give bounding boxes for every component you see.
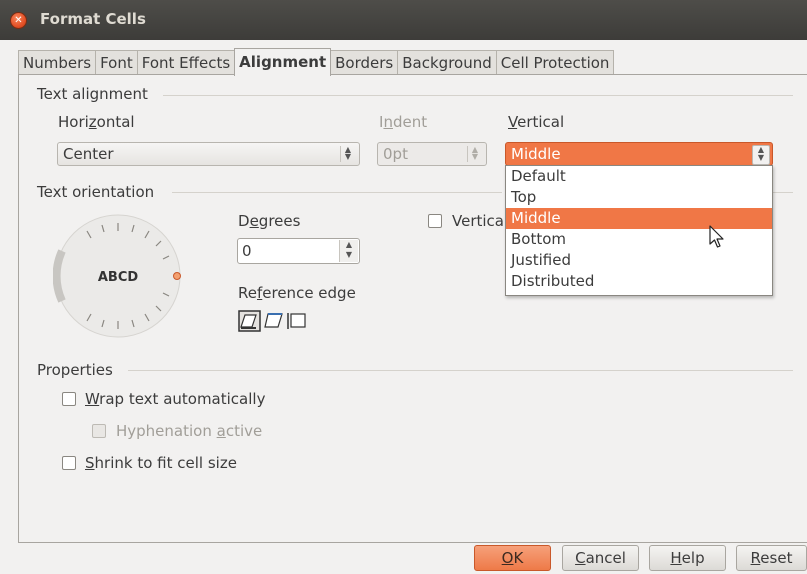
- section-divider: [773, 192, 793, 193]
- cancel-button[interactable]: Cancel: [562, 545, 639, 571]
- tab-borders[interactable]: Borders: [330, 50, 399, 75]
- window-title: Format Cells: [40, 10, 146, 28]
- tab-cell-protection[interactable]: Cell Protection: [495, 50, 615, 75]
- vertical-option-distributed[interactable]: Distributed: [506, 271, 772, 292]
- spin-arrows-icon: ▲ ▼: [467, 146, 482, 162]
- section-divider: [128, 370, 793, 371]
- text-alignment-heading: Text alignment: [37, 85, 154, 103]
- title-bar: ✕ Format Cells: [0, 0, 807, 40]
- dial-text: ABCD: [98, 270, 139, 285]
- vertical-option-default[interactable]: Default: [506, 166, 772, 187]
- reference-edge-inside-icon[interactable]: [287, 313, 306, 329]
- indent-value: 0pt: [383, 145, 408, 163]
- vertical-select[interactable]: Middle ▲ ▼: [505, 142, 773, 166]
- tab-font-effects[interactable]: Font Effects: [136, 50, 236, 75]
- reference-edge-buttons: [238, 310, 306, 332]
- vertical-option-justified[interactable]: Justified: [506, 250, 772, 271]
- indent-label: Indent: [379, 113, 428, 131]
- vertical-option-bottom[interactable]: Bottom: [506, 229, 772, 250]
- tab-bar: Numbers Font Font Effects Alignment Bord…: [18, 48, 615, 76]
- tab-font[interactable]: Font: [95, 50, 138, 75]
- mouse-pointer-icon: [709, 225, 724, 248]
- ok-button[interactable]: OK: [474, 545, 551, 571]
- vertically-stacked-checkbox[interactable]: [428, 214, 442, 228]
- spin-arrows-icon: ▲ ▼: [340, 146, 355, 162]
- hyphenation-checkbox[interactable]: [92, 424, 106, 438]
- reference-edge-label: Reference edge: [238, 284, 356, 302]
- tab-numbers[interactable]: Numbers: [18, 50, 97, 75]
- degrees-spinbox[interactable]: 0 ▲ ▼: [237, 238, 360, 264]
- vertically-stacked-label: Vertica: [452, 212, 504, 230]
- section-divider: [172, 192, 502, 193]
- horizontal-label: Horizontal: [58, 113, 135, 131]
- close-icon[interactable]: ✕: [10, 12, 27, 29]
- vertical-dropdown-list: Default Top Middle Bottom Justified Dist…: [505, 165, 773, 296]
- section-divider: [163, 95, 793, 96]
- reference-edge-bottom-icon[interactable]: [238, 310, 261, 332]
- horizontal-value: Center: [63, 145, 114, 163]
- properties-heading: Properties: [37, 361, 119, 379]
- degrees-value: 0: [242, 242, 252, 260]
- spin-arrows-icon[interactable]: ▲ ▼: [339, 240, 358, 262]
- orientation-dial[interactable]: ABCD: [53, 211, 193, 341]
- hyphenation-label: Hyphenation active: [116, 422, 263, 440]
- tab-alignment[interactable]: Alignment: [234, 48, 332, 76]
- reference-edge-top-icon[interactable]: [264, 313, 283, 328]
- indent-spinbox[interactable]: 0pt ▲ ▼: [377, 142, 487, 166]
- vertical-option-top[interactable]: Top: [506, 187, 772, 208]
- vertical-label: Vertical: [508, 113, 565, 131]
- spin-arrows-icon: ▲ ▼: [752, 145, 770, 165]
- shrink-to-fit-label: Shrink to fit cell size: [85, 454, 237, 472]
- help-button[interactable]: Help: [649, 545, 726, 571]
- tab-background[interactable]: Background: [397, 50, 497, 75]
- degrees-label: Degrees: [238, 212, 301, 230]
- vertical-value: Middle: [511, 145, 561, 163]
- horizontal-select[interactable]: Center ▲ ▼: [57, 142, 360, 166]
- vertical-option-middle[interactable]: Middle: [506, 208, 772, 229]
- wrap-text-checkbox[interactable]: [62, 392, 76, 406]
- reset-button[interactable]: Reset: [736, 545, 807, 571]
- wrap-text-label: Wrap text automatically: [85, 390, 266, 408]
- shrink-to-fit-checkbox[interactable]: [62, 456, 76, 470]
- text-orientation-heading: Text orientation: [37, 183, 161, 201]
